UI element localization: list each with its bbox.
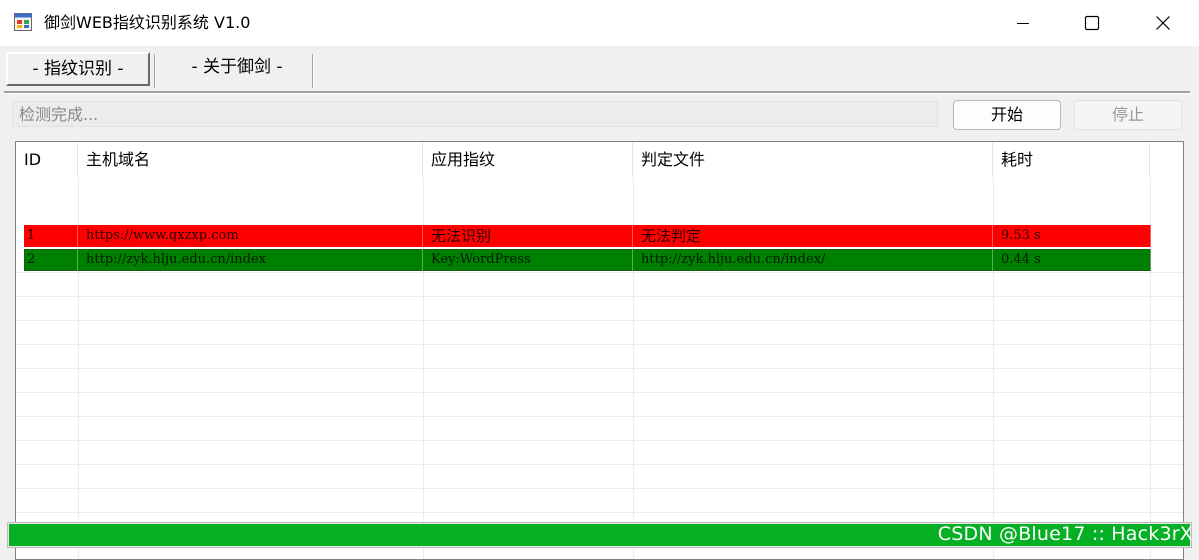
- tab-about[interactable]: - 关于御剑 -: [164, 52, 310, 82]
- watermark-text: CSDN @Blue17 :: Hack3rX: [937, 523, 1193, 545]
- title-bar: 御剑WEB指纹识别系统 V1.0: [0, 0, 1199, 46]
- grid-line: [16, 488, 1183, 489]
- grid-line: [16, 368, 1183, 369]
- panel-divider: [4, 91, 1190, 94]
- grid-line: [16, 440, 1183, 441]
- column-header-time[interactable]: 耗时: [993, 142, 1150, 177]
- table-row[interactable]: 2 http://zyk.hlju.edu.cn/index Key:WordP…: [24, 249, 1151, 271]
- cell-file: http://zyk.hlju.edu.cn/index/: [633, 249, 993, 271]
- column-header-id[interactable]: ID: [16, 142, 78, 177]
- minimize-icon: [1017, 23, 1029, 24]
- close-icon: [1156, 16, 1170, 30]
- close-button[interactable]: [1135, 0, 1191, 46]
- stop-button[interactable]: 停止: [1074, 100, 1182, 130]
- cell-host: https://www.qxzxp.com: [78, 225, 423, 247]
- minimize-button[interactable]: [995, 0, 1051, 46]
- status-field[interactable]: 检测完成...: [12, 101, 938, 127]
- cell-time: 9.53 s: [993, 225, 1151, 247]
- tab-fingerprint[interactable]: - 指纹识别 -: [6, 52, 150, 86]
- grid-line: [16, 392, 1183, 393]
- client-area: - 指纹识别 - - 关于御剑 - 检测完成... 开始 停止 ID 主机域名 …: [0, 46, 1199, 560]
- cell-host: http://zyk.hlju.edu.cn/index: [78, 249, 423, 271]
- results-table[interactable]: ID 主机域名 应用指纹 判定文件 耗时 1 https://www.qxzxp…: [15, 141, 1184, 560]
- column-header-host[interactable]: 主机域名: [78, 142, 423, 177]
- app-window-icon: [14, 13, 32, 31]
- tab-divider: [154, 54, 156, 88]
- tab-divider: [312, 54, 314, 88]
- table-header: ID 主机域名 应用指纹 判定文件 耗时: [16, 142, 1183, 177]
- maximize-icon: [1084, 15, 1100, 31]
- cell-file: 无法判定: [633, 225, 993, 247]
- cell-time: 0.44 s: [993, 249, 1151, 271]
- cell-fingerprint: Key:WordPress: [423, 249, 633, 271]
- cell-id: 1: [24, 225, 78, 247]
- grid-line: [16, 416, 1183, 417]
- grid-line: [16, 512, 1183, 513]
- table-row[interactable]: 1 https://www.qxzxp.com 无法识别 无法判定 9.53 s: [24, 225, 1151, 247]
- grid-line: [16, 320, 1183, 321]
- grid-line: [16, 464, 1183, 465]
- maximize-button[interactable]: [1064, 0, 1120, 46]
- column-header-file[interactable]: 判定文件: [633, 142, 993, 177]
- start-button[interactable]: 开始: [953, 100, 1061, 130]
- window-title: 御剑WEB指纹识别系统 V1.0: [44, 13, 251, 32]
- grid-line: [16, 296, 1183, 297]
- grid-line: [16, 272, 1183, 273]
- column-header-fingerprint[interactable]: 应用指纹: [423, 142, 633, 177]
- cell-fingerprint: 无法识别: [423, 225, 633, 247]
- grid-line: [16, 344, 1183, 345]
- cell-id: 2: [24, 249, 78, 271]
